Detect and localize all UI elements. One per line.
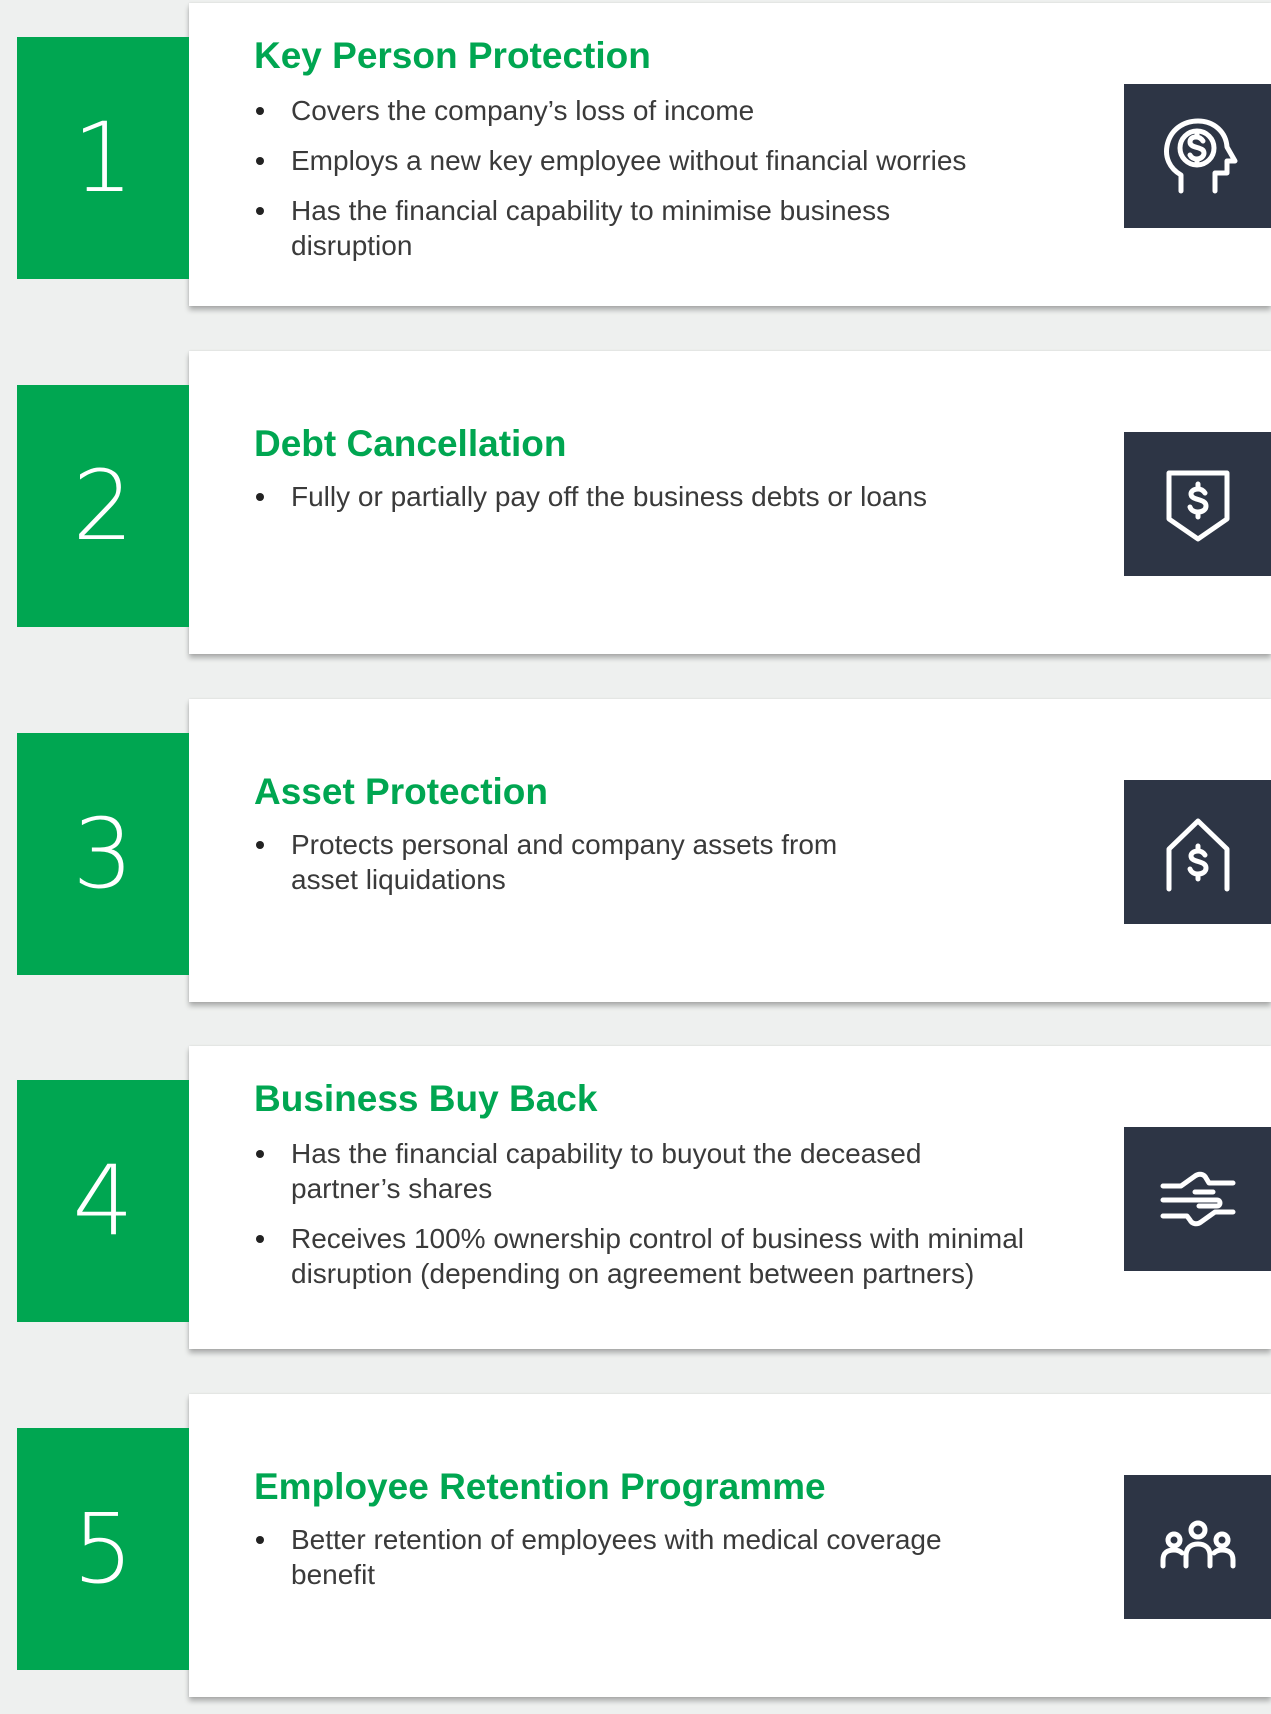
house-dollar-icon xyxy=(1166,818,1229,892)
number-block: 3 xyxy=(17,733,189,975)
bullet-list: Fully or partially pay off the business … xyxy=(254,479,1054,529)
group-people-icon xyxy=(1160,1520,1235,1569)
item-title: Business Buy Back xyxy=(254,1078,598,1119)
bullet-list: Has the financial capability to buyout t… xyxy=(254,1136,1044,1306)
item-number: 3 xyxy=(72,798,134,910)
benefit-item-key-person: 1 Key Person Protection Covers the compa… xyxy=(0,3,1271,323)
item-title: Key Person Protection xyxy=(254,35,651,76)
bullet-list: Protects personal and company assets fro… xyxy=(254,827,894,912)
bullet-item: Covers the company’s loss of income xyxy=(254,93,1034,128)
item-number: 1 xyxy=(72,102,134,214)
number-block: 5 xyxy=(17,1428,189,1670)
icon-tile xyxy=(1124,780,1271,924)
item-title: Debt Cancellation xyxy=(254,423,567,464)
icon-tile xyxy=(1124,432,1271,576)
number-block: 2 xyxy=(17,385,189,627)
benefits-page: 1 Key Person Protection Covers the compa… xyxy=(0,0,1271,1697)
benefit-item-business-buy-back: 4 Business Buy Back Has the financial ca… xyxy=(0,1046,1271,1366)
bullet-item: Employs a new key employee without finan… xyxy=(254,143,1034,178)
item-title: Asset Protection xyxy=(254,771,549,812)
bullet-item: Receives 100% ownership control of busin… xyxy=(254,1221,1044,1291)
number-block: 4 xyxy=(17,1080,189,1322)
item-number: 5 xyxy=(72,1493,134,1605)
icon-tile xyxy=(1124,84,1271,228)
icon-tile xyxy=(1124,1475,1271,1619)
item-number: 4 xyxy=(72,1145,134,1257)
bullet-item: Has the financial capability to minimise… xyxy=(254,193,931,263)
item-title: Employee Retention Programme xyxy=(254,1466,826,1507)
number-block: 1 xyxy=(17,37,189,279)
person-dollar-icon xyxy=(1163,118,1237,194)
handshake-icon xyxy=(1160,1171,1235,1227)
item-number: 2 xyxy=(72,450,134,562)
benefit-item-asset-protection: 3 Asset Protection Protects personal and… xyxy=(0,699,1271,1019)
bullet-item: Better retention of employees with medic… xyxy=(254,1522,974,1592)
benefit-item-debt-cancellation: 2 Debt Cancellation Fully or partially p… xyxy=(0,351,1271,671)
bullet-list: Better retention of employees with medic… xyxy=(254,1522,974,1607)
shield-dollar-icon xyxy=(1166,470,1229,542)
bullet-item: Protects personal and company assets fro… xyxy=(254,827,894,897)
bullet-item: Has the financial capability to buyout t… xyxy=(254,1136,951,1206)
bullet-list: Covers the company’s loss of income Empl… xyxy=(254,93,1034,278)
benefit-item-employee-retention: 5 Employee Retention Programme Better re… xyxy=(0,1394,1271,1714)
icon-tile xyxy=(1124,1127,1271,1271)
bullet-item: Fully or partially pay off the business … xyxy=(254,479,1054,514)
